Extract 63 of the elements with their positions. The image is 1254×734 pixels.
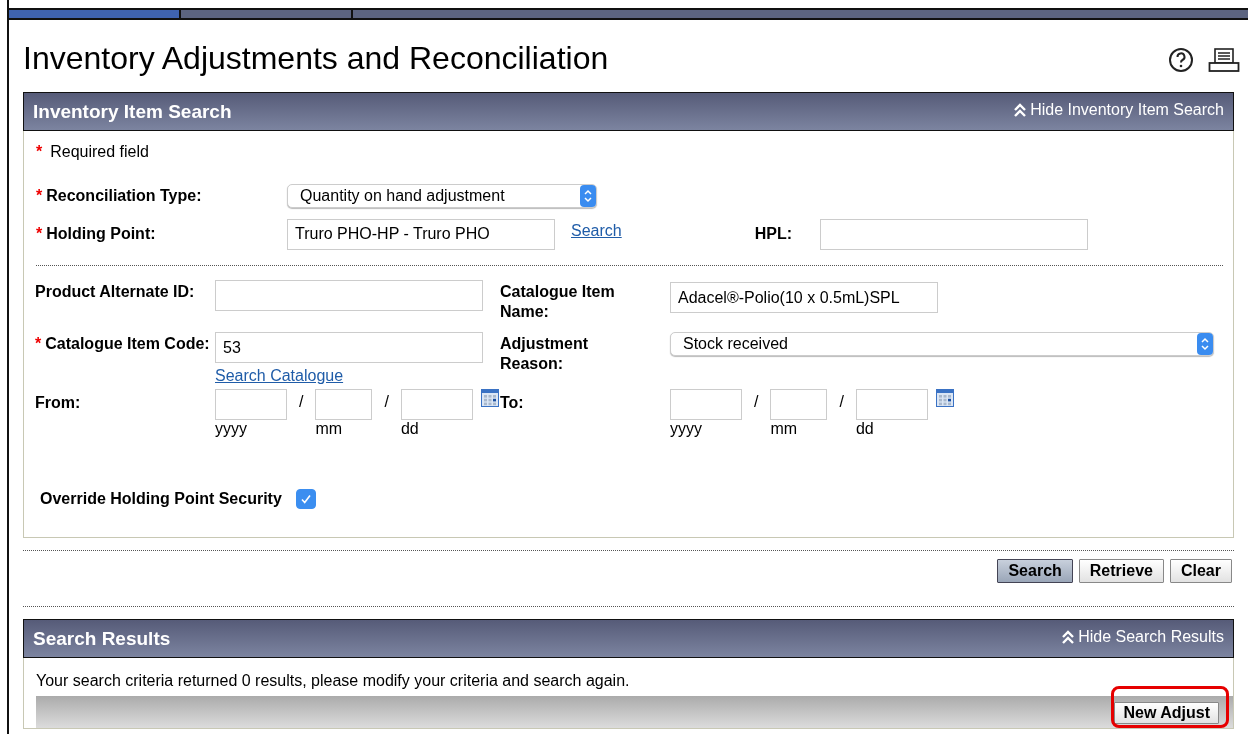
year-field[interactable] [670, 389, 742, 420]
field-label: Catalogue Item Code: [45, 335, 210, 352]
date-hint: dd [855, 420, 875, 438]
panel-title: Inventory Item Search [33, 100, 232, 123]
new-adjust-button[interactable]: New Adjust [1114, 702, 1219, 724]
hpl-field[interactable] [819, 218, 1088, 250]
checkbox-label: Override Holding Point Security [40, 490, 282, 508]
hide-section-link[interactable]: Hide Inventory Item Search [1014, 101, 1224, 119]
chevrons-up-icon [1014, 103, 1027, 117]
date-hint: dd [400, 420, 420, 438]
adjustment-reason-select[interactable]: Stock received [670, 332, 1214, 356]
action-button[interactable]: Search [997, 559, 1073, 583]
month-field[interactable] [770, 389, 828, 420]
page-title: Inventory Adjustments and Reconciliation [23, 38, 609, 77]
field-label: To: [500, 394, 524, 411]
reconciliation-type-select[interactable]: Quantity on hand adjustment [287, 184, 597, 208]
date-separator: / [754, 392, 759, 411]
required-asterisk: * [36, 143, 43, 162]
check-icon [299, 493, 312, 505]
results-message: Your search criteria returned 0 results, please modify your criteria and search again. [36, 672, 631, 690]
day-field[interactable] [400, 389, 473, 420]
hide-section-link[interactable]: Hide Search Results [1062, 628, 1224, 646]
required-asterisk: * [35, 335, 42, 352]
date-separator: / [299, 392, 304, 411]
field-label: From: [35, 394, 81, 411]
date-hint: yyyy [215, 420, 248, 438]
catalogue-item-name-field[interactable]: Adacel®-Polio(10 x 0.5mL)SPL [670, 282, 938, 313]
override-checkbox[interactable] [295, 489, 316, 509]
nav-tab[interactable] [9, 10, 181, 18]
holding-point-field[interactable]: Truro PHO-HP - Truro PHO [287, 218, 555, 250]
stepper-icon [1197, 333, 1213, 355]
day-field[interactable] [855, 389, 928, 420]
nav-tab[interactable] [181, 10, 353, 18]
date-hint: yyyy [670, 420, 703, 438]
date-separator: / [384, 392, 389, 411]
field-label: Product Alternate ID: [35, 283, 195, 300]
field-label: Catalogue Item Name: [500, 283, 615, 320]
catalogue-item-code-field[interactable]: 53 [215, 332, 483, 363]
printer-icon[interactable] [1208, 47, 1240, 73]
action-button[interactable]: Clear [1169, 559, 1232, 583]
year-field[interactable] [215, 389, 287, 420]
date-hint: mm [315, 420, 344, 438]
help-icon[interactable] [1168, 47, 1194, 73]
action-button[interactable]: Retrieve [1078, 559, 1164, 583]
search-catalogue-link[interactable]: Search Catalogue [215, 367, 344, 385]
chevrons-up-icon [1062, 630, 1075, 644]
nav-tab[interactable] [353, 10, 1248, 18]
required-asterisk: * [36, 225, 43, 243]
calendar-icon[interactable] [480, 389, 499, 407]
calendar-icon[interactable] [935, 389, 954, 407]
search-link[interactable]: Search [571, 222, 622, 240]
required-note: Required field [50, 143, 149, 162]
panel-title: Search Results [33, 627, 171, 650]
required-asterisk: * [36, 187, 43, 205]
field-label: HPL: [754, 225, 794, 243]
month-field[interactable] [315, 389, 373, 420]
date-separator: / [839, 392, 844, 411]
field-label: Holding Point: [46, 225, 156, 243]
field-label: Adjustment Reason: [500, 335, 588, 372]
date-hint: mm [770, 420, 799, 438]
product-alternate-id-field[interactable] [215, 280, 483, 311]
stepper-icon [580, 185, 596, 207]
field-label: Reconciliation Type: [46, 187, 202, 205]
